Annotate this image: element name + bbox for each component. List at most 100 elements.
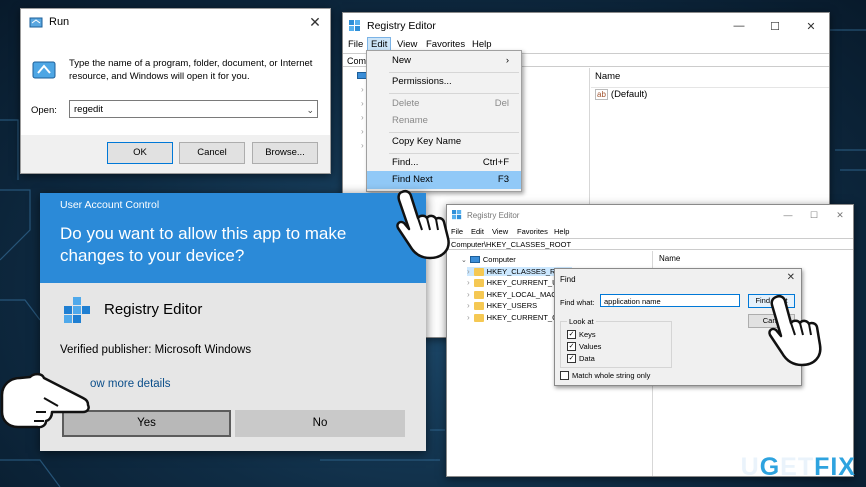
registry-title: Registry Editor <box>367 20 436 32</box>
minimize-icon[interactable]: — <box>775 210 801 221</box>
menu-view[interactable]: View <box>397 39 417 50</box>
open-input[interactable]: regedit ⌄ <box>69 100 318 118</box>
expand-arrow-icon[interactable]: › <box>467 301 470 310</box>
checkmark-icon[interactable]: ✓ <box>567 354 576 363</box>
menu-item-label: New <box>392 55 412 66</box>
close-icon[interactable]: ✕ <box>827 210 853 221</box>
menu-item-rename[interactable]: Rename <box>367 112 521 130</box>
registry-titlebar: Registry Editor — ☐ ✕ <box>447 205 853 225</box>
menu-item-copy-key-name[interactable]: Copy Key Name <box>367 133 521 151</box>
checkbox-label: Keys <box>579 330 596 339</box>
app-name: Registry Editor <box>104 301 203 318</box>
close-icon[interactable]: ✕ <box>793 20 829 33</box>
menu-item-label: Copy Key Name <box>392 136 462 147</box>
default-value-label: (Default) <box>610 89 648 100</box>
keys-checkbox[interactable]: ✓ Keys <box>567 330 596 339</box>
folder-icon <box>473 290 484 299</box>
address-bar[interactable]: Computer\HKEY_CLASSES_ROOT <box>447 238 853 250</box>
show-more-details-link[interactable]: ow more details <box>90 378 171 390</box>
find-what-input[interactable]: application name <box>600 294 740 307</box>
menu-item-shortcut: Del <box>494 98 509 109</box>
menu-item-permissions[interactable]: Permissions... <box>367 73 521 91</box>
run-body: Type the name of a program, folder, docu… <box>21 35 330 135</box>
uac-question: Do you want to allow this app to make ch… <box>60 223 426 267</box>
registry-title: Registry Editor <box>467 210 520 220</box>
run-dialog: Run ✕ Type the name of a program, folder… <box>20 8 331 174</box>
run-icon <box>29 17 43 28</box>
maximize-icon[interactable]: ☐ <box>757 20 793 33</box>
close-icon[interactable]: ✕ <box>300 14 330 31</box>
unchecked-box-icon[interactable] <box>560 371 569 380</box>
tree-item-label: Computer <box>482 255 516 264</box>
menu-item-label: Rename <box>392 115 428 126</box>
values-checkbox[interactable]: ✓ Values <box>567 342 601 351</box>
expand-arrow-icon[interactable]: › <box>361 99 364 108</box>
computer-icon <box>469 256 480 263</box>
checkmark-icon[interactable]: ✓ <box>567 342 576 351</box>
ok-button[interactable]: OK <box>107 142 173 164</box>
menu-favorites[interactable]: Favorites <box>517 227 548 236</box>
expand-arrow-icon[interactable]: › <box>361 113 364 122</box>
open-label: Open: <box>31 105 57 116</box>
expand-arrow-icon[interactable]: › <box>467 313 470 322</box>
submenu-arrow-icon: › <box>505 55 509 66</box>
open-input-value: regedit <box>74 104 104 115</box>
expand-arrow-icon[interactable]: › <box>467 267 470 276</box>
pointing-hand-icon <box>0 372 90 429</box>
run-description: Type the name of a program, folder, docu… <box>69 58 313 82</box>
maximize-icon[interactable]: ☐ <box>801 210 827 221</box>
match-whole-checkbox[interactable]: Match whole string only <box>560 371 650 380</box>
value-row[interactable]: ab (Default) <box>595 89 647 100</box>
menu-help[interactable]: Help <box>554 227 569 236</box>
edit-menu: New › Permissions... Delete Del Rename C… <box>366 50 522 192</box>
close-icon[interactable]: ✕ <box>787 272 795 283</box>
minimize-icon[interactable]: — <box>721 20 757 33</box>
menu-file[interactable]: File <box>348 39 363 50</box>
menu-item-find[interactable]: Find... Ctrl+F <box>367 154 521 172</box>
menu-item-delete[interactable]: Delete Del <box>367 95 521 113</box>
publisher-text: Verified publisher: Microsoft Windows <box>60 344 252 356</box>
expand-arrow-icon[interactable]: › <box>361 141 364 150</box>
menu-item-find-next[interactable]: Find Next F3 <box>367 171 521 189</box>
menu-favorites[interactable]: Favorites <box>426 39 465 50</box>
menu-item-shortcut: F3 <box>497 174 509 185</box>
checkbox-label: Data <box>579 354 595 363</box>
menu-item-new[interactable]: New › <box>367 52 521 70</box>
menu-item-label: Permissions... <box>392 76 452 87</box>
folder-icon <box>473 313 484 322</box>
logo-part: ET <box>780 453 815 481</box>
tree-item-hkey-local-machine[interactable]: › HKEY_LOCAL_MACH <box>467 290 562 299</box>
chevron-down-icon[interactable]: ⌄ <box>306 101 314 119</box>
collapse-arrow-icon[interactable]: ⌄ <box>461 256 467 264</box>
uac-dialog: User Account Control Do you want to allo… <box>40 193 426 451</box>
run-program-icon <box>32 61 56 79</box>
expand-arrow-icon[interactable]: › <box>361 85 364 94</box>
registry-icon <box>64 297 90 323</box>
look-at-label: Look at <box>567 317 596 326</box>
menu-help[interactable]: Help <box>472 39 492 50</box>
browse-button[interactable]: Browse... <box>252 142 318 164</box>
pointing-hand-icon <box>768 294 822 367</box>
tree-item-computer[interactable]: ⌄ Computer <box>461 255 516 264</box>
menu-item-label: Find... <box>392 157 419 168</box>
checkmark-icon[interactable]: ✓ <box>567 330 576 339</box>
tree-item-hkey-current-user[interactable]: › HKEY_CURRENT_USE <box>467 278 568 287</box>
name-column-header[interactable]: Name <box>595 71 620 82</box>
checkbox-label: Values <box>579 342 602 351</box>
name-column-header[interactable]: Name <box>659 254 680 263</box>
folder-icon <box>473 267 484 276</box>
registry-icon <box>349 20 360 31</box>
menu-edit[interactable]: Edit <box>471 227 484 236</box>
no-button[interactable]: No <box>235 410 405 437</box>
data-checkbox[interactable]: ✓ Data <box>567 354 595 363</box>
expand-arrow-icon[interactable]: › <box>361 127 364 136</box>
tree-item-label: HKEY_LOCAL_MACH <box>486 290 563 299</box>
cancel-button[interactable]: Cancel <box>179 142 245 164</box>
logo-part: G <box>759 453 781 481</box>
registry-titlebar: Registry Editor — ☐ ✕ <box>343 13 829 39</box>
expand-arrow-icon[interactable]: › <box>467 278 470 287</box>
menu-view[interactable]: View <box>492 227 508 236</box>
tree-item-hkey-users[interactable]: › HKEY_USERS <box>467 301 537 310</box>
expand-arrow-icon[interactable]: › <box>467 290 470 299</box>
menu-separator <box>389 93 519 94</box>
